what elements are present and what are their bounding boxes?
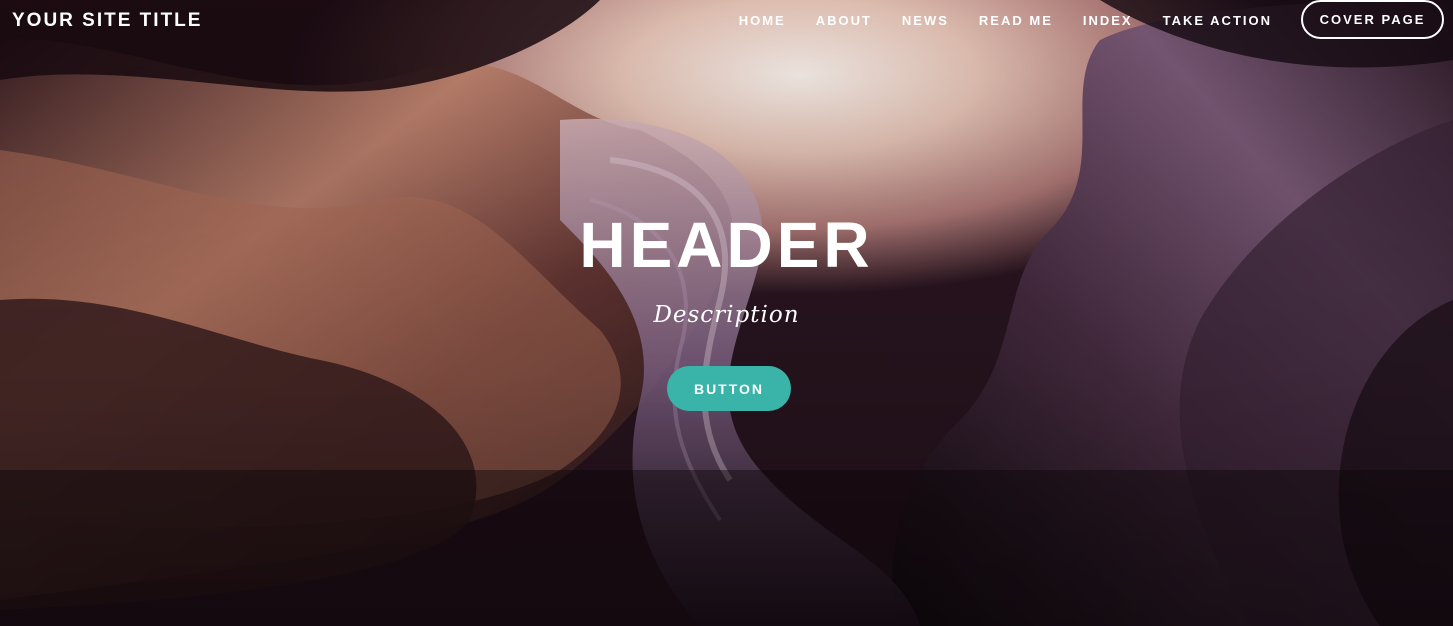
nav-item-read-me[interactable]: READ ME — [979, 13, 1053, 28]
page: YOUR SITE TITLE HOME ABOUT NEWS READ ME … — [0, 0, 1453, 626]
site-title[interactable]: YOUR SITE TITLE — [12, 10, 202, 32]
hero-cta-button[interactable]: BUTTON — [667, 366, 791, 411]
hero-title: HEADER — [579, 209, 874, 281]
site-header: YOUR SITE TITLE HOME ABOUT NEWS READ ME … — [0, 0, 1453, 42]
cover-page-button[interactable]: COVER PAGE — [1301, 0, 1444, 39]
main-nav: HOME ABOUT NEWS READ ME INDEX TAKE ACTIO… — [709, 13, 1272, 28]
nav-item-take-action[interactable]: TAKE ACTION — [1163, 13, 1272, 28]
nav-item-index[interactable]: INDEX — [1083, 13, 1133, 28]
nav-item-news[interactable]: NEWS — [902, 13, 949, 28]
nav-item-about[interactable]: ABOUT — [816, 13, 872, 28]
nav-item-home[interactable]: HOME — [739, 13, 786, 28]
hero-description: Description — [653, 302, 800, 328]
